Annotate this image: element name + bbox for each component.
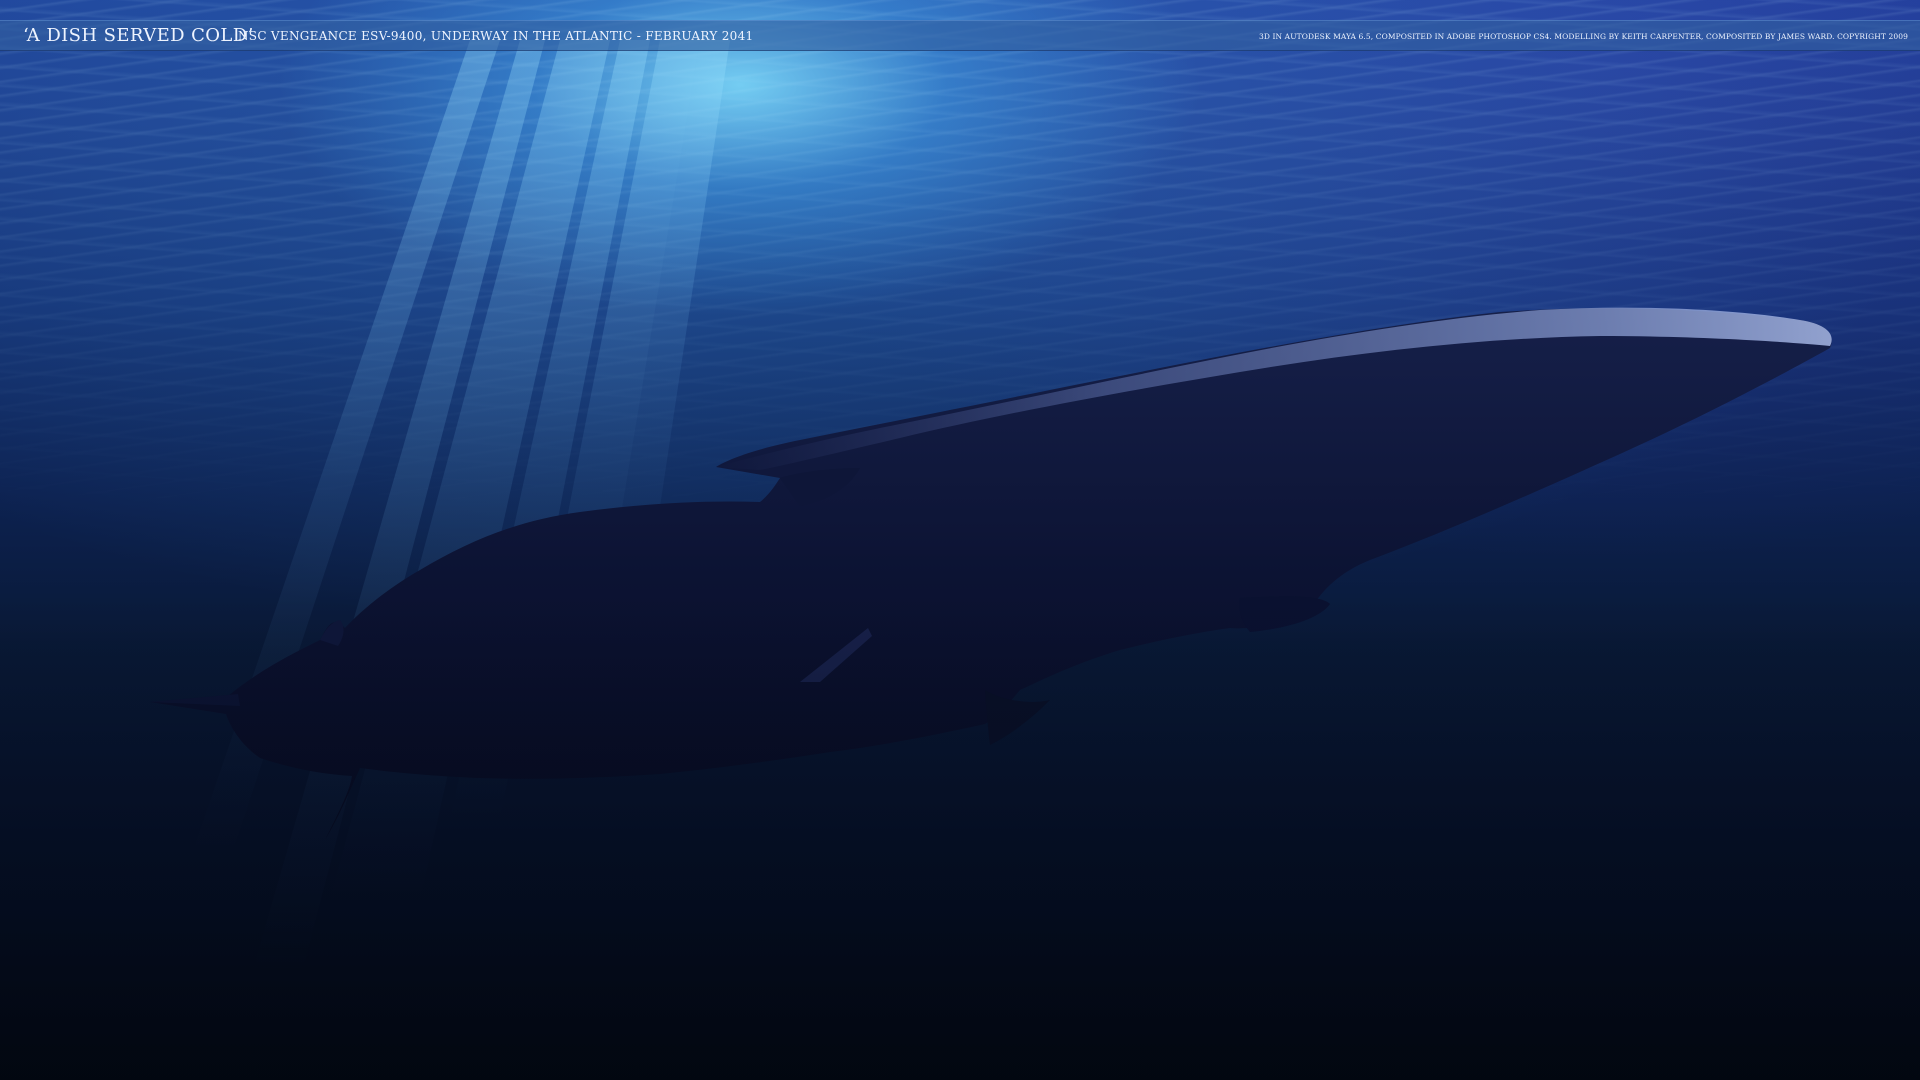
submarine-dive-plane xyxy=(1239,596,1330,632)
caption-subtitle: NSC VENGEANCE ESV-9400, UNDERWAY IN THE … xyxy=(238,29,754,43)
submarine-silhouette xyxy=(150,307,1832,840)
submarine-ventral-fin xyxy=(985,690,1050,745)
caption-bar: ‘A DISH SERVED COLD’ NSC VENGEANCE ESV-9… xyxy=(0,20,1920,51)
submarine-hull xyxy=(150,308,1832,840)
caption-title: ‘A DISH SERVED COLD’ xyxy=(23,25,254,46)
caption-credits: 3D IN AUTODESK MAYA 6.5, COMPOSITED IN A… xyxy=(1259,32,1908,41)
underwater-scene: ‘A DISH SERVED COLD’ NSC VENGEANCE ESV-9… xyxy=(0,0,1920,1080)
